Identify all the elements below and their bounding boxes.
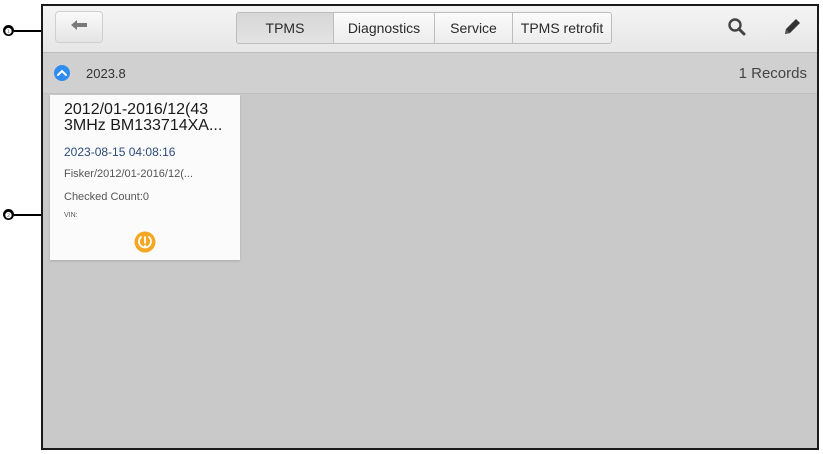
back-button[interactable] [55,11,103,43]
tab-tpms-retrofit[interactable]: TPMS retrofit [513,12,612,44]
chevron-up-icon[interactable] [54,65,70,81]
group-header[interactable]: 2023.8 1 Records [43,53,817,94]
records-count: 1 Records [738,65,807,82]
card-title: 2012/01-2016/12(43 3MHz BM133714XA... [64,102,234,134]
back-arrow-icon [70,18,88,36]
device-screen: TPMS Diagnostics Service TPMS retrofit 2… [41,4,819,450]
card-path: Fisker/2012/01-2016/12(... [64,168,194,180]
callout-line [14,29,44,32]
callout-number: ❶ [3,25,14,36]
card-title-line-1: 2012/01-2016/12(43 [64,102,209,118]
tpms-warning-icon [134,231,156,253]
card-title-line-2: 3MHz BM133714XA... [64,118,223,134]
pencil-icon[interactable] [779,14,805,40]
card-date: 2023-08-15 04:08:16 [64,145,176,159]
callout-line [14,213,44,216]
top-toolbar: TPMS Diagnostics Service TPMS retrofit [43,6,817,53]
tab-diagnostics[interactable]: Diagnostics [334,12,435,44]
tab-bar: TPMS Diagnostics Service TPMS retrofit [236,12,612,44]
tab-service[interactable]: Service [435,12,513,44]
card-vin: VIN: [64,212,78,219]
tab-tpms[interactable]: TPMS [236,12,334,44]
callout-2: ❷ [3,209,44,220]
record-card[interactable]: 2012/01-2016/12(43 3MHz BM133714XA... 20… [50,95,240,260]
group-title: 2023.8 [86,66,126,81]
search-icon[interactable] [724,14,750,40]
card-checked-count: Checked Count:0 [64,191,149,203]
callout-1: ❶ [3,25,44,36]
callout-number: ❷ [3,209,14,220]
